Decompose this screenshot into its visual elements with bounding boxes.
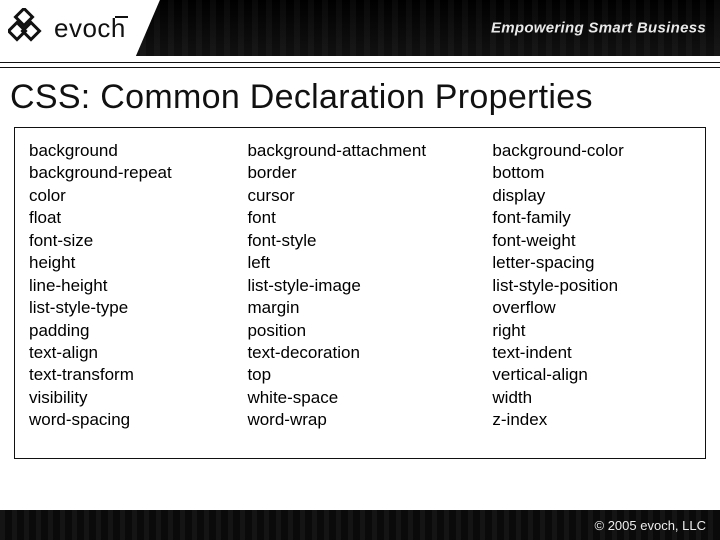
property-item: height (29, 252, 247, 274)
property-item: white-space (247, 387, 492, 409)
property-item: word-wrap (247, 409, 492, 431)
macron-accent-icon (115, 16, 128, 18)
property-item: font (247, 207, 492, 229)
property-item: margin (247, 297, 492, 319)
property-item: float (29, 207, 247, 229)
property-item: color (29, 185, 247, 207)
property-item: padding (29, 320, 247, 342)
logo: evoch (0, 0, 160, 56)
property-item: font-size (29, 230, 247, 252)
property-item: background-attachment (247, 140, 492, 162)
property-item: top (247, 364, 492, 386)
divider (0, 62, 720, 63)
property-item: text-indent (492, 342, 691, 364)
properties-column-2: background-attachmentbordercursorfontfon… (247, 140, 492, 432)
page-title: CSS: Common Declaration Properties (0, 68, 720, 123)
property-item: overflow (492, 297, 691, 319)
property-item: bottom (492, 162, 691, 184)
property-item: position (247, 320, 492, 342)
property-item: visibility (29, 387, 247, 409)
property-item: font-style (247, 230, 492, 252)
property-item: letter-spacing (492, 252, 691, 274)
property-item: right (492, 320, 691, 342)
properties-column-3: background-colorbottomdisplayfont-family… (492, 140, 691, 432)
property-item: background-repeat (29, 162, 247, 184)
property-item: text-transform (29, 364, 247, 386)
brand-tagline: Empowering Smart Business (491, 20, 706, 37)
property-item: list-style-position (492, 275, 691, 297)
property-item: vertical-align (492, 364, 691, 386)
property-item: width (492, 387, 691, 409)
logo-mark-icon (8, 8, 48, 48)
property-item: text-align (29, 342, 247, 364)
property-item: word-spacing (29, 409, 247, 431)
property-item: line-height (29, 275, 247, 297)
properties-table: backgroundbackground-repeatcolorfloatfon… (14, 127, 706, 459)
property-item: z-index (492, 409, 691, 431)
property-item: background (29, 140, 247, 162)
property-item: display (492, 185, 691, 207)
property-item: text-decoration (247, 342, 492, 364)
header-band: evoch Empowering Smart Business (0, 0, 720, 56)
properties-column-1: backgroundbackground-repeatcolorfloatfon… (29, 140, 247, 432)
property-item: left (247, 252, 492, 274)
property-item: background-color (492, 140, 691, 162)
property-item: list-style-type (29, 297, 247, 319)
property-item: cursor (247, 185, 492, 207)
property-item: list-style-image (247, 275, 492, 297)
brand-name: evoch (54, 13, 126, 44)
property-item: font-family (492, 207, 691, 229)
property-item: font-weight (492, 230, 691, 252)
copyright-text: © 2005 evoch, LLC (595, 518, 706, 533)
footer-band: © 2005 evoch, LLC (0, 510, 720, 540)
property-item: border (247, 162, 492, 184)
